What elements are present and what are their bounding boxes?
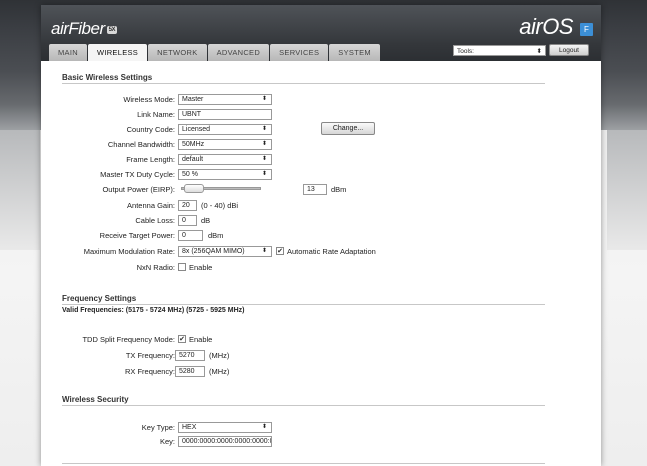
receive-target-unit: dBm [208,231,224,240]
cable-loss-input[interactable]: 0 [178,215,197,226]
duty-cycle-select[interactable]: 50 % ⬍ [178,169,272,180]
logo-badge: 5X [106,25,117,34]
link-name-label: Link Name: [137,110,175,119]
rate-adaptation-label: Automatic Rate Adaptation [287,247,376,256]
key-input[interactable]: 0000:0000:0000:0000:0000:0 [178,436,272,447]
output-power-unit: dBm [331,185,347,194]
tab-services[interactable]: SERVICES [270,44,329,61]
modulation-select[interactable]: 8x (256QAM MIMO) ⬍ [178,246,272,257]
rx-frequency-unit: (MHz) [209,367,230,376]
select-arrows-icon: ⬍ [261,156,267,162]
country-code-value: Licensed [182,126,211,133]
airos-logo: airOS [519,14,573,39]
section-divider [62,83,545,84]
channel-bandwidth-value: 50MHz [182,141,205,148]
tdd-enable-checkbox[interactable]: ✔ [178,335,186,343]
select-arrows-icon: ⬍ [261,141,267,147]
select-arrows-icon: ⬍ [261,424,267,430]
rx-frequency-label: RX Frequency: [124,367,175,376]
link-name-input[interactable]: UBNT [178,109,272,120]
valid-frequencies-text: Valid Frequencies: (5175 - 5724 MHz) (57… [62,307,245,314]
select-arrows-icon: ⬍ [261,248,267,254]
channel-bandwidth-select[interactable]: 50MHz ⬍ [178,139,272,150]
cable-loss-label: Cable Loss: [135,216,175,225]
country-code-label: Country Code: [126,125,175,134]
tab-wireless[interactable]: WIRELESS [87,44,148,61]
tools-select[interactable]: Tools: ⬍ [453,45,546,56]
modulation-value: 8x (256QAM MIMO) [182,248,245,255]
frame-length-label: Frame Length: [126,155,175,164]
nxn-radio-checkbox[interactable] [178,263,186,271]
cable-loss-unit: dB [201,216,211,225]
output-power-slider-handle[interactable] [184,184,204,193]
tools-select-value: Tools: [457,48,474,55]
logo-text: airFiber [51,19,105,38]
key-label: Key: [159,437,175,446]
select-arrows-icon: ⬍ [261,96,267,102]
duty-cycle-value: 50 % [182,171,198,178]
tx-frequency-label: TX Frequency: [125,351,175,360]
wireless-mode-label: Wireless Mode: [123,95,175,104]
antenna-gain-label: Antenna Gain: [127,201,175,210]
modulation-label: Maximum Modulation Rate: [83,247,175,256]
output-power-input[interactable]: 13 [303,184,327,195]
key-type-label: Key Type: [141,423,175,432]
logout-button[interactable]: Logout [549,44,589,56]
frame-length-value: default [182,156,204,163]
tx-frequency-input[interactable]: 5270 [175,350,205,361]
frame-length-select[interactable]: default ⬍ [178,154,272,165]
tab-network[interactable]: NETWORK [148,44,207,61]
duty-cycle-label: Master TX Duty Cycle: [100,170,175,179]
browser-page: airFiber 5X airOS F MAIN WIRELESS NETWORK… [41,5,601,466]
key-type-value: HEX [182,424,197,431]
wireless-mode-value: Master [182,96,204,103]
basic-wireless-settings-title: Basic Wireless Settings [62,73,153,82]
select-arrows-icon: ⬍ [536,48,542,55]
receive-target-input[interactable]: 0 [178,230,203,241]
country-code-select[interactable]: Licensed ⬍ [178,124,272,135]
select-arrows-icon: ⬍ [261,126,267,132]
rate-adaptation-checkbox[interactable]: ✔ [276,247,284,255]
nxn-radio-enable-label: Enable [189,263,213,272]
tab-system[interactable]: SYSTEM [329,44,380,61]
frequency-settings-title: Frequency Settings [62,294,137,303]
output-power-label: Output Power (EIRP): [102,185,175,194]
channel-bandwidth-label: Channel Bandwidth: [107,140,175,149]
key-type-select[interactable]: HEX ⬍ [178,422,272,433]
main-tabs: MAIN WIRELESS NETWORK ADVANCED SERVICES … [49,44,381,61]
tdd-label: TDD Split Frequency Mode: [82,335,175,344]
section-divider [62,463,545,464]
tx-frequency-unit: (MHz) [209,351,230,360]
airos-app-icon[interactable]: F [580,23,593,36]
background-shade-left [0,130,40,250]
section-divider [62,405,545,406]
wireless-security-title: Wireless Security [62,395,129,404]
tdd-enable-label: Enable [189,335,213,344]
tab-main[interactable]: MAIN [49,44,87,61]
nxn-radio-label: NxN Radio: [136,263,175,272]
wireless-mode-select[interactable]: Master ⬍ [178,94,272,105]
header-bar: airFiber 5X airOS F MAIN WIRELESS NETWORK… [41,5,601,61]
antenna-gain-unit: (0 - 40) dBi [201,201,239,210]
receive-target-label: Receive Target Power: [99,231,175,240]
background-shade-right [607,130,647,250]
change-country-button[interactable]: Change... [321,122,375,135]
section-divider [62,304,545,305]
airfiber-logo: airFiber 5X [51,19,117,39]
antenna-gain-input[interactable]: 20 [178,200,197,211]
tab-advanced[interactable]: ADVANCED [207,44,270,61]
select-arrows-icon: ⬍ [261,171,267,177]
rx-frequency-input[interactable]: 5280 [175,366,205,377]
